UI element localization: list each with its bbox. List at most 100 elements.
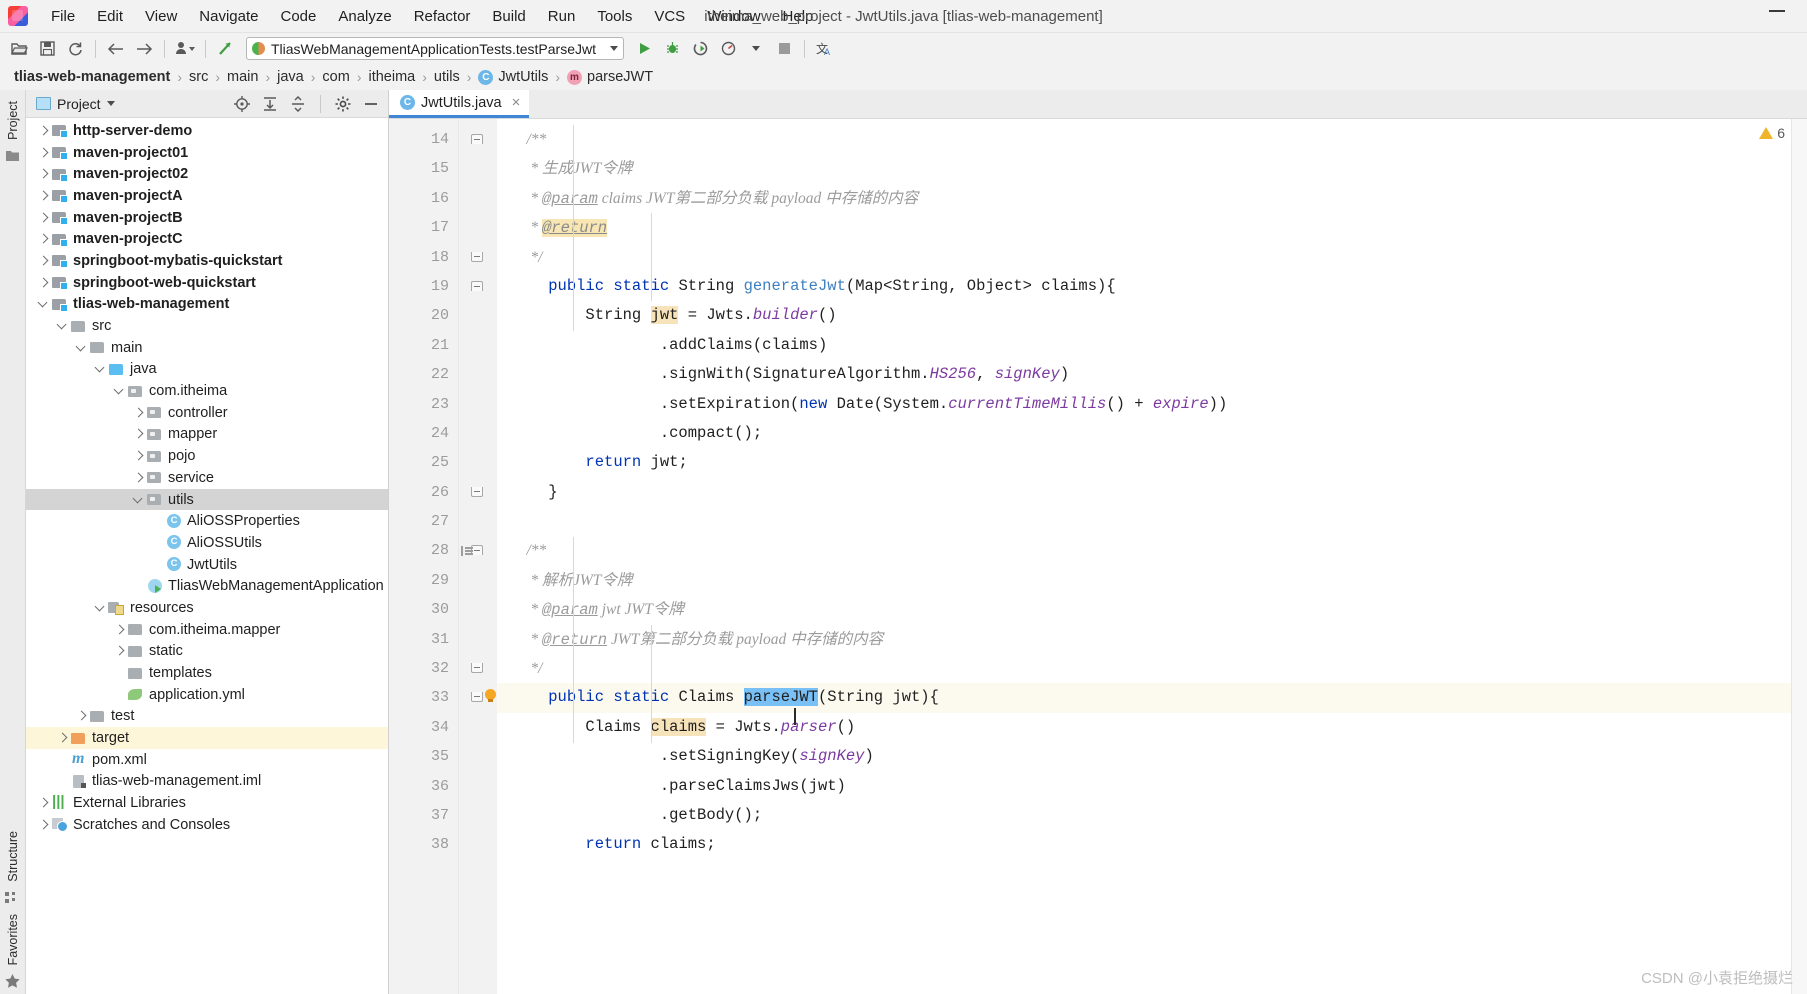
rail-button-favorites[interactable]: Favorites <box>6 909 20 970</box>
profiler-icon[interactable] <box>715 37 741 61</box>
code-line[interactable]: * @return <box>497 213 1807 242</box>
hide-panel-icon[interactable] <box>360 93 382 114</box>
chevron-down-icon[interactable] <box>55 319 69 333</box>
rail-button-structure[interactable]: Structure <box>6 826 20 887</box>
chevron-right-icon[interactable] <box>36 232 50 246</box>
code-line[interactable]: * @param claims JWT第二部分负载 payload 中存储的内容 <box>497 184 1807 213</box>
tree-item-maven-project02[interactable]: maven-project02 <box>26 163 388 185</box>
fold-collapse-icon[interactable] <box>471 692 483 703</box>
tree-item-src[interactable]: src <box>26 315 388 337</box>
code-content[interactable]: /** * 生成JWT令牌 * @param claims JWT第二部分负载 … <box>497 119 1807 994</box>
project-folder-icon[interactable] <box>5 149 20 163</box>
warning-indicator[interactable]: 6 <box>1759 125 1785 141</box>
breadcrumb-item-java[interactable]: java <box>277 69 304 85</box>
code-line[interactable]: .parseClaimsJws(jwt) <box>497 772 1807 801</box>
chevron-right-icon[interactable] <box>36 146 50 160</box>
tree-item-tliaswebmanagementapplication[interactable]: TliasWebManagementApplication <box>26 575 388 597</box>
tree-item-static[interactable]: static <box>26 641 388 663</box>
gear-icon[interactable] <box>332 93 354 114</box>
menu-window[interactable]: Window <box>696 5 771 28</box>
code-line[interactable] <box>497 507 1807 536</box>
code-line[interactable]: /** <box>497 125 1807 154</box>
tree-item-templates[interactable]: templates <box>26 662 388 684</box>
tree-item-target[interactable]: target <box>26 727 388 749</box>
chevron-down-icon[interactable] <box>112 384 126 398</box>
editor-tab-jwtutils[interactable]: C JwtUtils.java × <box>389 90 530 118</box>
code-line[interactable]: .signWith(SignatureAlgorithm.HS256, sign… <box>497 360 1807 389</box>
collapse-all-icon[interactable] <box>287 93 309 114</box>
close-icon[interactable]: × <box>512 95 521 110</box>
run-icon[interactable] <box>631 37 657 61</box>
menu-tools[interactable]: Tools <box>586 5 643 28</box>
forward-icon[interactable] <box>131 37 157 61</box>
chevron-down-icon[interactable] <box>610 46 618 51</box>
breadcrumb-item-parsejwt[interactable]: m parseJWT <box>567 69 653 85</box>
tree-item-service[interactable]: service <box>26 467 388 489</box>
code-line[interactable]: String jwt = Jwts.builder() <box>497 301 1807 330</box>
tree-item-main[interactable]: main <box>26 337 388 359</box>
tree-item-http-server-demo[interactable]: http-server-demo <box>26 120 388 142</box>
breadcrumb-item-itheima[interactable]: itheima <box>368 69 415 85</box>
breadcrumb-item-main[interactable]: main <box>227 69 258 85</box>
chevron-right-icon[interactable] <box>131 406 145 420</box>
chevron-down-icon[interactable] <box>36 297 50 311</box>
chevron-right-icon[interactable] <box>112 644 126 658</box>
code-line[interactable]: Claims claims = Jwts.parser() <box>497 713 1807 742</box>
code-line[interactable]: */ <box>497 654 1807 683</box>
fold-expand-icon[interactable] <box>471 280 483 291</box>
fold-collapse-icon[interactable] <box>471 486 483 497</box>
code-line[interactable]: * @return JWT第二部分负载 payload 中存储的内容 <box>497 625 1807 654</box>
menu-navigate[interactable]: Navigate <box>188 5 269 28</box>
project-tree[interactable]: http-server-demo maven-project01 maven-pro… <box>26 118 388 994</box>
breadcrumb-item-utils[interactable]: utils <box>434 69 460 85</box>
breadcrumb-item-project[interactable]: tlias-web-management <box>14 69 170 85</box>
tree-item-tlias-web-management[interactable]: tlias-web-management <box>26 294 388 316</box>
minimize-button[interactable] <box>1769 10 1785 12</box>
tree-item-mapper[interactable]: mapper <box>26 424 388 446</box>
chevron-down-icon[interactable] <box>93 362 107 376</box>
menu-run[interactable]: Run <box>537 5 587 28</box>
debug-icon[interactable] <box>659 37 685 61</box>
menu-analyze[interactable]: Analyze <box>327 5 402 28</box>
menu-view[interactable]: View <box>134 5 188 28</box>
chevron-right-icon[interactable] <box>131 471 145 485</box>
open-project-icon[interactable] <box>6 37 32 61</box>
tree-item-maven-project01[interactable]: maven-project01 <box>26 142 388 164</box>
translate-icon[interactable]: 文A <box>812 37 838 61</box>
tree-item-test[interactable]: test <box>26 706 388 728</box>
menu-code[interactable]: Code <box>269 5 327 28</box>
back-icon[interactable] <box>103 37 129 61</box>
code-line[interactable]: return claims; <box>497 830 1807 859</box>
code-line[interactable]: } <box>497 478 1807 507</box>
intention-bulb-icon[interactable] <box>485 689 496 703</box>
tree-item-aliossproperties[interactable]: AliOSSProperties <box>26 510 388 532</box>
code-line[interactable]: * 解析JWT令牌 <box>497 566 1807 595</box>
code-editor[interactable]: 14 15 16 17 18 19 20 21 22 23 24 25 26 27 28 29 30 31 32 33… <box>389 119 1807 994</box>
tree-item-com-itheima[interactable]: com.itheima <box>26 380 388 402</box>
code-line[interactable]: * @param jwt JWT令牌 <box>497 595 1807 624</box>
fold-expand-icon[interactable] <box>471 134 483 144</box>
tree-item-pom-xml[interactable]: pom.xml <box>26 749 388 771</box>
tree-item-tlias-web-management-iml[interactable]: tlias-web-management.iml <box>26 771 388 793</box>
update-project-icon[interactable] <box>213 37 239 61</box>
tree-item-external-libraries[interactable]: External Libraries <box>26 792 388 814</box>
expand-all-icon[interactable] <box>259 93 281 114</box>
chevron-right-icon[interactable] <box>36 211 50 225</box>
locate-icon[interactable] <box>231 93 253 114</box>
tree-item-maven-projectc[interactable]: maven-projectC <box>26 228 388 250</box>
code-line[interactable]: public static Claims parseJWT(String jwt… <box>497 683 1807 713</box>
tree-item-controller[interactable]: controller <box>26 402 388 424</box>
fold-collapse-icon[interactable] <box>471 251 483 262</box>
tree-item-resources[interactable]: resources <box>26 597 388 619</box>
tree-item-pojo[interactable]: pojo <box>26 445 388 467</box>
menu-edit[interactable]: Edit <box>86 5 134 28</box>
code-line[interactable]: .setExpiration(new Date(System.currentTi… <box>497 390 1807 419</box>
breadcrumb-item-src[interactable]: src <box>189 69 208 85</box>
project-view-chevron-down-icon[interactable] <box>106 101 115 106</box>
inspection-scrollbar[interactable] <box>1791 119 1807 994</box>
code-line[interactable]: public static String generateJwt(Map<Str… <box>497 272 1807 301</box>
code-line[interactable]: .addClaims(claims) <box>497 331 1807 360</box>
chevron-right-icon[interactable] <box>131 449 145 463</box>
profiler-dropdown-icon[interactable] <box>743 37 769 61</box>
menu-file[interactable]: File <box>40 5 86 28</box>
